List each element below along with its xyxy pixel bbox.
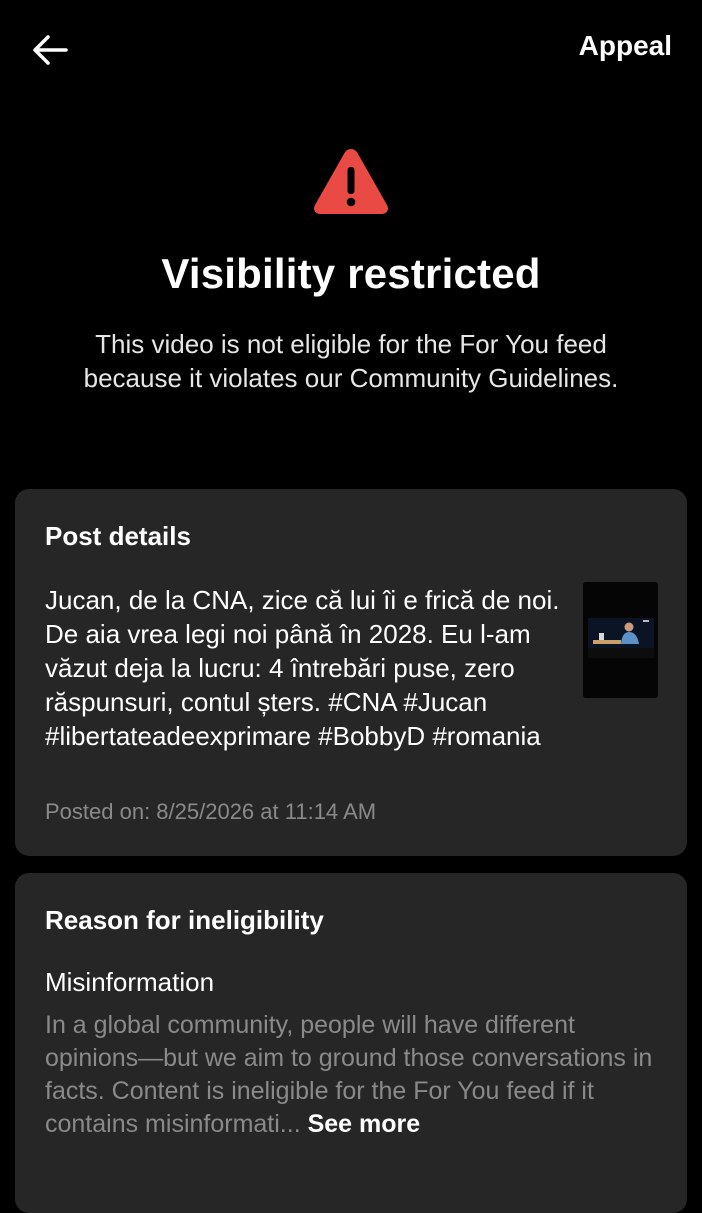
reason-card: Reason for ineligibility Misinformation …: [15, 873, 687, 1213]
post-details-card: Post details Jucan, de la CNA, zice că l…: [15, 489, 687, 856]
see-more-link[interactable]: See more: [308, 1110, 421, 1138]
warning-triangle-icon: [314, 149, 388, 214]
video-thumbnail[interactable]: [583, 582, 658, 698]
back-button[interactable]: [26, 26, 74, 74]
reason-description: In a global community, people will have …: [45, 1009, 670, 1141]
page-title: Visibility restricted: [161, 250, 541, 297]
post-details-heading: Post details: [45, 521, 191, 551]
posted-on-timestamp: Posted on: 8/25/2026 at 11:14 AM: [45, 799, 377, 824]
restriction-description: This video is not eligible for the For Y…: [83, 329, 619, 393]
appeal-button[interactable]: Appeal: [579, 30, 672, 62]
reason-heading: Reason for ineligibility: [45, 905, 324, 935]
arrow-left-icon: [33, 35, 68, 65]
post-caption: Jucan, de la CNA, zice că lui îi e frică…: [45, 585, 560, 751]
top-bar: Appeal: [0, 0, 702, 100]
reason-title: Misinformation: [45, 967, 215, 997]
